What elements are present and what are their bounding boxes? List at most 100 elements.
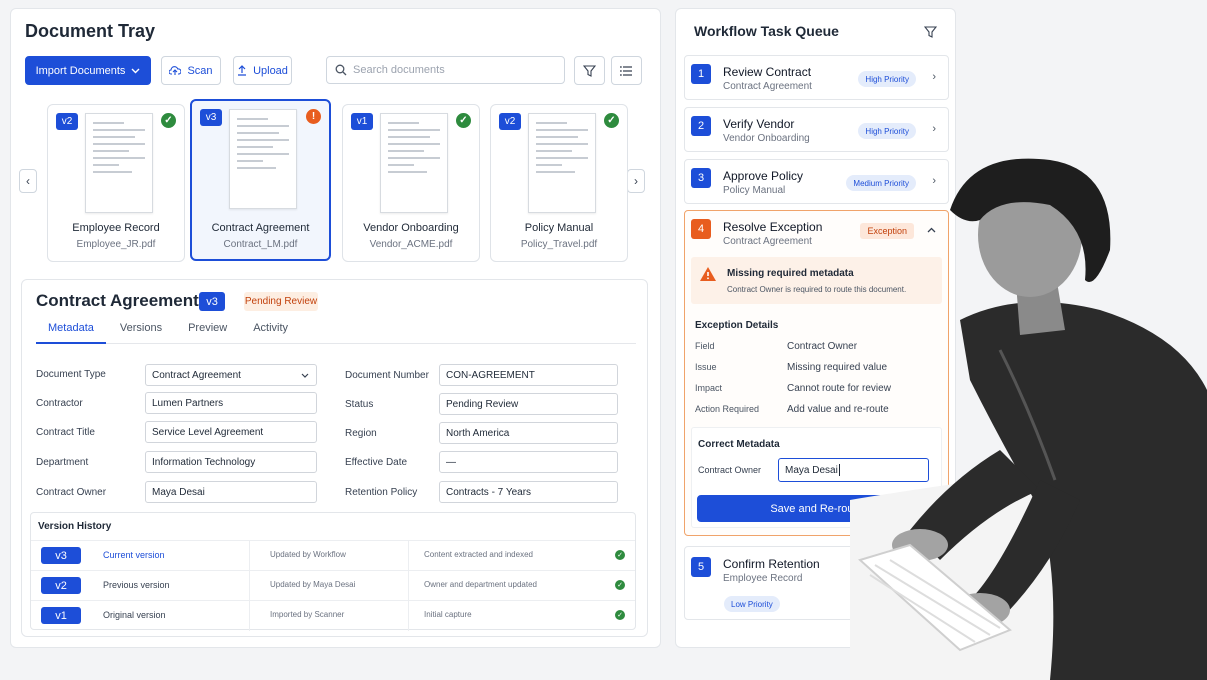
version-history: Version History v3 Current version Updat… [30, 512, 636, 631]
person-typing-illustration [850, 158, 1207, 680]
status-field[interactable]: Pending Review [439, 393, 618, 415]
check-icon: ✓ [615, 610, 625, 620]
correct-metadata-title: Correct Metadata [698, 439, 780, 450]
scan-button[interactable]: Scan [161, 56, 221, 85]
contract-owner-field[interactable]: Maya Desai [145, 481, 317, 503]
upload-label: Upload [253, 64, 288, 77]
contractor-field[interactable]: Lumen Partners [145, 392, 317, 414]
detail-tabs: Metadata Versions Preview Activity [36, 322, 636, 344]
detail-key: Issue [695, 362, 717, 372]
document-type-select[interactable]: Contract Agreement [145, 364, 317, 386]
chevron-right-icon: › [932, 71, 936, 83]
version-badge: v2 [41, 577, 81, 594]
search-input[interactable] [353, 64, 543, 76]
task-number: 5 [691, 557, 711, 577]
chevron-right-icon: › [634, 174, 638, 188]
detail-key: Field [695, 341, 715, 351]
field-label: Contractor [36, 398, 83, 409]
task-item[interactable]: 1 Review Contract Contract Agreement Hig… [684, 55, 949, 100]
version-badge: v3 [41, 547, 81, 564]
upload-icon [238, 65, 247, 76]
check-icon: ✓ [161, 113, 176, 128]
chevron-left-icon: ‹ [26, 174, 30, 188]
document-name: Vendor Onboarding [363, 222, 459, 234]
document-card[interactable]: v2 ✓ Policy Manual Policy_Travel.pdf [490, 104, 628, 262]
document-card-selected[interactable]: v3 ! Contract Agreement Contract_LM.pdf [190, 99, 331, 261]
import-documents-button[interactable]: Import Documents [25, 56, 151, 85]
text-cursor [838, 464, 840, 476]
document-card[interactable]: v1 ✓ Vendor Onboarding Vendor_ACME.pdf [342, 104, 480, 262]
document-detail-panel: Contract Agreement v3 Pending Review Met… [21, 279, 648, 637]
document-type-value: Contract Agreement [152, 369, 241, 381]
version-note: Initial capture [424, 610, 472, 619]
warning-icon [700, 267, 716, 281]
department-field[interactable]: Information Technology [145, 451, 317, 473]
queue-title: Workflow Task Queue [694, 23, 839, 39]
document-thumbnail [85, 113, 153, 213]
check-icon: ✓ [604, 113, 619, 128]
effective-date-field[interactable]: — [439, 451, 618, 473]
scan-label: Scan [187, 64, 213, 77]
check-icon: ✓ [456, 113, 471, 128]
warning-icon: ! [306, 109, 321, 124]
detail-version-badge: v3 [199, 292, 225, 311]
tab-metadata[interactable]: Metadata [36, 322, 106, 344]
document-filename: Policy_Travel.pdf [520, 239, 598, 250]
version-note: Content extracted and indexed [424, 550, 533, 559]
tab-versions[interactable]: Versions [106, 322, 174, 344]
upload-button[interactable]: Upload [233, 56, 292, 85]
field-label: Contract Owner [36, 487, 107, 498]
task-subtitle: Vendor Onboarding [723, 133, 810, 144]
version-label: Original version [103, 610, 166, 620]
task-subtitle: Contract Agreement [723, 81, 812, 92]
tab-activity[interactable]: Activity [239, 322, 300, 344]
version-badge: v1 [351, 113, 373, 130]
task-subtitle: Employee Record [723, 573, 803, 584]
version-updated-by: Updated by Maya Desai [270, 580, 356, 589]
exception-details-title: Exception Details [695, 320, 779, 331]
list-view-button[interactable] [611, 56, 642, 85]
tab-preview[interactable]: Preview [174, 322, 239, 344]
document-filename: Employee_JR.pdf [76, 239, 156, 250]
document-number-field[interactable]: CON-AGREEMENT [439, 364, 618, 386]
version-updated-by: Imported by Scanner [270, 610, 345, 619]
document-card[interactable]: v2 ✓ Employee Record Employee_JR.pdf [47, 104, 185, 262]
task-title: Confirm Retention [723, 557, 820, 571]
task-number: 1 [691, 64, 711, 84]
table-row[interactable]: v2 Previous version Updated by Maya Desa… [31, 570, 635, 601]
detail-key: Impact [695, 383, 723, 393]
carousel-next-button[interactable]: › [627, 169, 645, 193]
carousel-prev-button[interactable]: ‹ [19, 169, 37, 193]
filter-icon[interactable] [924, 26, 937, 38]
task-number: 3 [691, 168, 711, 188]
document-name: Policy Manual [524, 222, 594, 234]
document-name: Contract Agreement [211, 222, 310, 234]
document-thumbnail [229, 109, 297, 209]
search-box[interactable] [326, 56, 565, 84]
alert-title: Missing required metadata [727, 268, 854, 279]
version-updated-by: Updated by Workflow [270, 550, 346, 559]
task-number: 2 [691, 116, 711, 136]
chevron-right-icon: › [932, 123, 936, 135]
document-filename: Contract_LM.pdf [223, 239, 298, 250]
detail-key: Action Required [695, 404, 760, 414]
field-label: Department [36, 457, 89, 468]
task-item[interactable]: 2 Verify Vendor Vendor Onboarding High P… [684, 107, 949, 152]
check-icon: ✓ [615, 580, 625, 590]
task-title: Resolve Exception [723, 220, 823, 234]
region-field[interactable]: North America [439, 422, 618, 444]
version-history-title: Version History [38, 521, 112, 532]
retention-policy-field[interactable]: Contracts - 7 Years [439, 481, 618, 503]
filter-button[interactable] [574, 56, 605, 85]
field-label: Retention Policy [345, 487, 418, 498]
status-badge: Pending Review [244, 292, 318, 311]
field-label: Document Type [36, 369, 106, 380]
version-badge: v2 [56, 113, 78, 130]
table-row[interactable]: v3 Current version Updated by Workflow C… [31, 540, 635, 571]
document-thumbnail [380, 113, 448, 213]
task-number: 4 [691, 219, 711, 239]
version-badge: v3 [200, 109, 222, 126]
contract-title-field[interactable]: Service Level Agreement [145, 421, 317, 443]
priority-badge: High Priority [858, 123, 916, 139]
table-row[interactable]: v1 Original version Imported by Scanner … [31, 600, 635, 631]
